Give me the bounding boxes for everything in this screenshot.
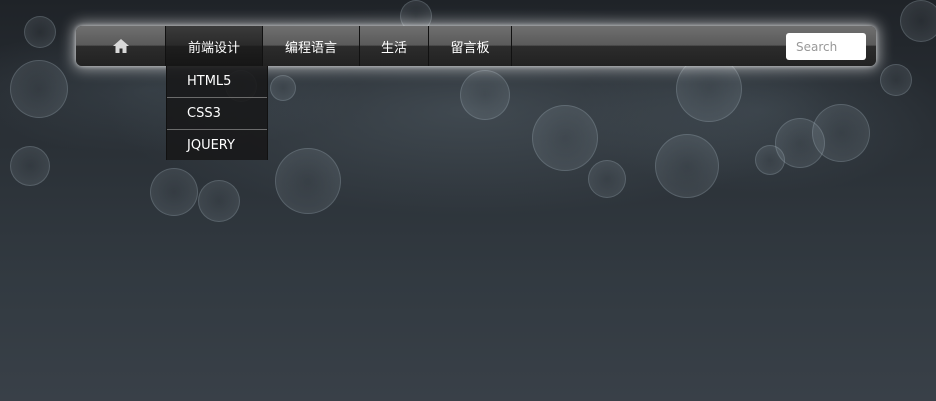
- bokeh-circle: [275, 148, 341, 214]
- bokeh-circle: [270, 75, 296, 101]
- nav-item-programming-languages[interactable]: 编程语言: [263, 26, 360, 66]
- search-input[interactable]: [786, 33, 866, 60]
- dropdown-item-jquery[interactable]: JQUERY: [167, 130, 267, 160]
- nav-item-frontend-design[interactable]: 前端设计: [166, 26, 263, 66]
- bokeh-circle: [755, 145, 785, 175]
- bokeh-circle: [880, 64, 912, 96]
- bokeh-circle: [24, 16, 56, 48]
- bokeh-circle: [10, 60, 68, 118]
- bokeh-circle: [588, 160, 626, 198]
- bokeh-circle: [10, 146, 50, 186]
- dropdown-item-html5[interactable]: HTML5: [167, 66, 267, 98]
- nav-item-guestbook[interactable]: 留言板: [429, 26, 512, 66]
- bokeh-circle: [198, 180, 240, 222]
- dropdown-item-css3[interactable]: CSS3: [167, 98, 267, 130]
- nav-item-label: 留言板: [450, 40, 490, 56]
- bokeh-circle: [150, 168, 198, 216]
- home-icon: [112, 39, 129, 53]
- home-button[interactable]: [76, 26, 166, 66]
- bokeh-circle: [460, 70, 510, 120]
- bokeh-circle: [775, 118, 825, 168]
- nav-item-label: 生活: [380, 40, 407, 56]
- bokeh-circle: [655, 134, 719, 198]
- bokeh-circle: [812, 104, 870, 162]
- frontend-design-dropdown: HTML5 CSS3 JQUERY: [166, 66, 268, 160]
- main-navbar: 前端设计 编程语言 生活 留言板: [76, 26, 876, 66]
- bokeh-circle: [532, 105, 598, 171]
- nav-item-label: 编程语言: [284, 40, 337, 56]
- nav-item-life[interactable]: 生活: [360, 26, 429, 66]
- bokeh-circle: [900, 0, 936, 42]
- nav-item-label: 前端设计: [187, 40, 240, 56]
